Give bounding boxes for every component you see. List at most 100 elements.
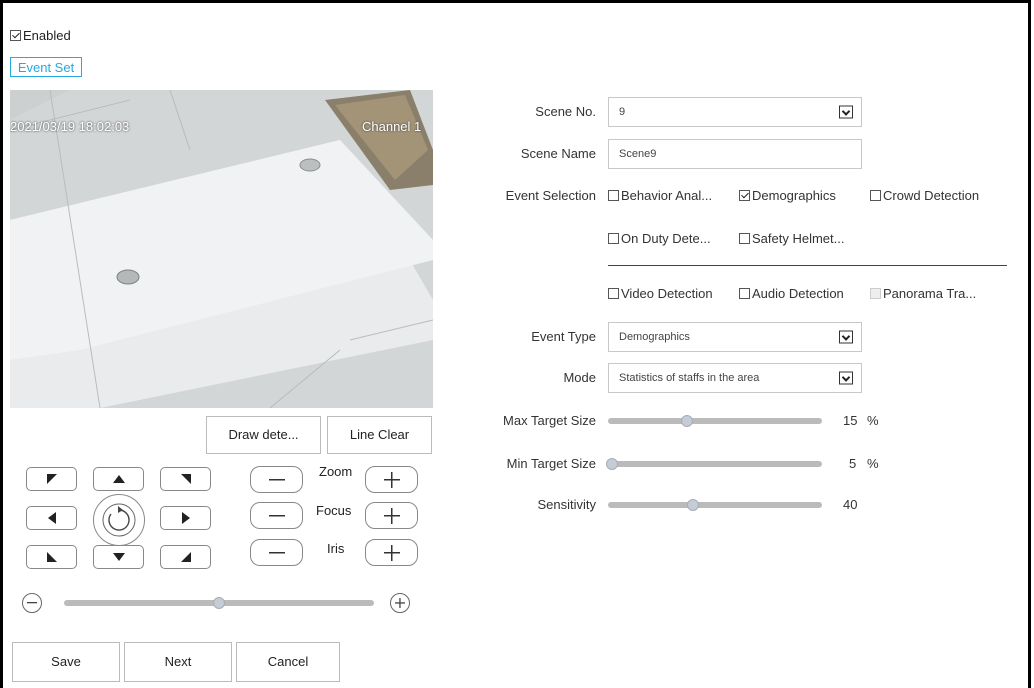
min-target-size-unit: % [867,456,879,471]
focus-label: Focus [316,503,352,518]
minus-icon [268,478,285,480]
ptz-down-left-button[interactable] [26,545,77,569]
video-detection-label: Video Detection [621,286,713,301]
minus-icon [268,551,285,553]
cancel-button[interactable]: Cancel [236,642,340,682]
ptz-left-button[interactable] [26,506,77,530]
camera-preview[interactable]: 2021/03/19 18:02:03 Channel 1 [10,90,433,408]
scene-no-select[interactable]: 9 [608,97,862,127]
min-target-size-handle[interactable] [606,458,618,470]
safety-helmet-checkbox[interactable]: Safety Helmet... [739,231,844,246]
speed-increase-button[interactable] [390,593,410,613]
chevron-down-icon [839,330,853,344]
arrow-left-icon [47,512,56,524]
ptz-down-button[interactable] [93,545,144,569]
crowd-detection-checkbox[interactable]: Crowd Detection [870,188,979,203]
panorama-tracking-label: Panorama Tra... [883,286,977,301]
focus-near-button[interactable] [250,502,303,529]
save-button[interactable]: Save [12,642,120,682]
ptz-up-button[interactable] [93,467,144,491]
arrow-down-left-icon [46,552,57,562]
arrow-down-right-icon [180,552,191,562]
checkbox-icon[interactable] [608,190,619,201]
scene-name-label: Scene Name [520,146,596,161]
max-target-size-label: Max Target Size [503,413,596,428]
arrow-up-icon [112,475,125,483]
arrow-up-left-icon [46,474,57,484]
audio-detection-checkbox[interactable]: Audio Detection [739,286,844,301]
event-type-select[interactable]: Demographics [608,322,862,352]
enabled-check-icon[interactable] [10,30,21,41]
iris-close-button[interactable] [250,539,303,566]
minus-icon [27,602,37,604]
draw-detection-button[interactable]: Draw dete... [206,416,321,454]
next-button[interactable]: Next [124,642,232,682]
speed-slider-handle[interactable] [213,597,225,609]
video-channel: Channel 1 [362,119,422,134]
zoom-label: Zoom [319,464,353,479]
checkbox-icon[interactable] [739,233,750,244]
scene-name-input[interactable]: Scene9 [608,139,862,169]
plus-icon [383,507,400,524]
behavior-analysis-label: Behavior Anal... [621,188,713,203]
camera-scene [10,90,433,408]
audio-detection-label: Audio Detection [752,286,844,301]
ptz-right-button[interactable] [160,506,211,530]
event-selection-label: Event Selection [505,188,596,203]
panorama-tracking-checkbox: Panorama Tra... [870,286,976,301]
plus-icon [383,471,400,488]
iris-label: Iris [327,541,345,556]
zoom-out-button[interactable] [250,466,303,493]
mode-label: Mode [563,370,596,385]
enabled-checkbox[interactable]: Enabled [10,28,71,43]
sensitivity-handle[interactable] [687,499,699,511]
tab-event-set[interactable]: Event Set [10,57,82,77]
arrow-down-icon [112,553,125,561]
scene-no-value: 9 [619,106,626,118]
min-target-size-value: 5 [849,456,857,471]
max-target-size-handle[interactable] [681,415,693,427]
ptz-up-left-button[interactable] [26,467,77,491]
scene-no-label: Scene No. [535,104,596,119]
checkbox-icon[interactable] [608,233,619,244]
checkbox-disabled-icon [870,288,881,299]
plus-icon [383,544,400,561]
chevron-down-icon [839,371,853,385]
max-target-size-track[interactable] [608,418,822,424]
checkbox-checked-icon[interactable] [739,190,750,201]
sensitivity-track[interactable] [608,502,822,508]
demographics-label: Demographics [752,188,836,203]
min-target-size-track[interactable] [608,461,822,467]
ptz-down-right-button[interactable] [160,545,211,569]
line-clear-button[interactable]: Line Clear [327,416,432,454]
ptz-up-right-button[interactable] [160,467,211,491]
checkbox-icon[interactable] [870,190,881,201]
safety-helmet-label: Safety Helmet... [752,231,845,246]
crowd-detection-label: Crowd Detection [883,188,980,203]
chevron-down-icon [839,105,853,119]
demographics-checkbox[interactable]: Demographics [739,188,836,203]
checkbox-icon[interactable] [739,288,750,299]
mode-select[interactable]: Statistics of staffs in the area [608,363,862,393]
zoom-in-button[interactable] [365,466,418,493]
iris-open-button[interactable] [365,539,418,566]
arrow-up-right-icon [180,474,191,484]
speed-decrease-button[interactable] [22,593,42,613]
max-target-size-value: 15 [843,413,858,428]
focus-far-button[interactable] [365,502,418,529]
divider [608,265,1007,266]
on-duty-detection-label: On Duty Dete... [621,231,711,246]
behavior-analysis-checkbox[interactable]: Behavior Anal... [608,188,712,203]
ptz-auto-scan-button[interactable] [93,494,145,546]
rotate-icon [102,503,136,537]
on-duty-detection-checkbox[interactable]: On Duty Dete... [608,231,711,246]
enabled-label: Enabled [23,28,71,43]
plus-icon [395,598,405,608]
minus-icon [268,514,285,516]
event-type-label: Event Type [531,329,596,344]
checkbox-icon[interactable] [608,288,619,299]
max-target-size-unit: % [867,413,879,428]
video-detection-checkbox[interactable]: Video Detection [608,286,713,301]
sensitivity-label: Sensitivity [537,497,596,512]
sensitivity-value: 40 [843,497,858,512]
